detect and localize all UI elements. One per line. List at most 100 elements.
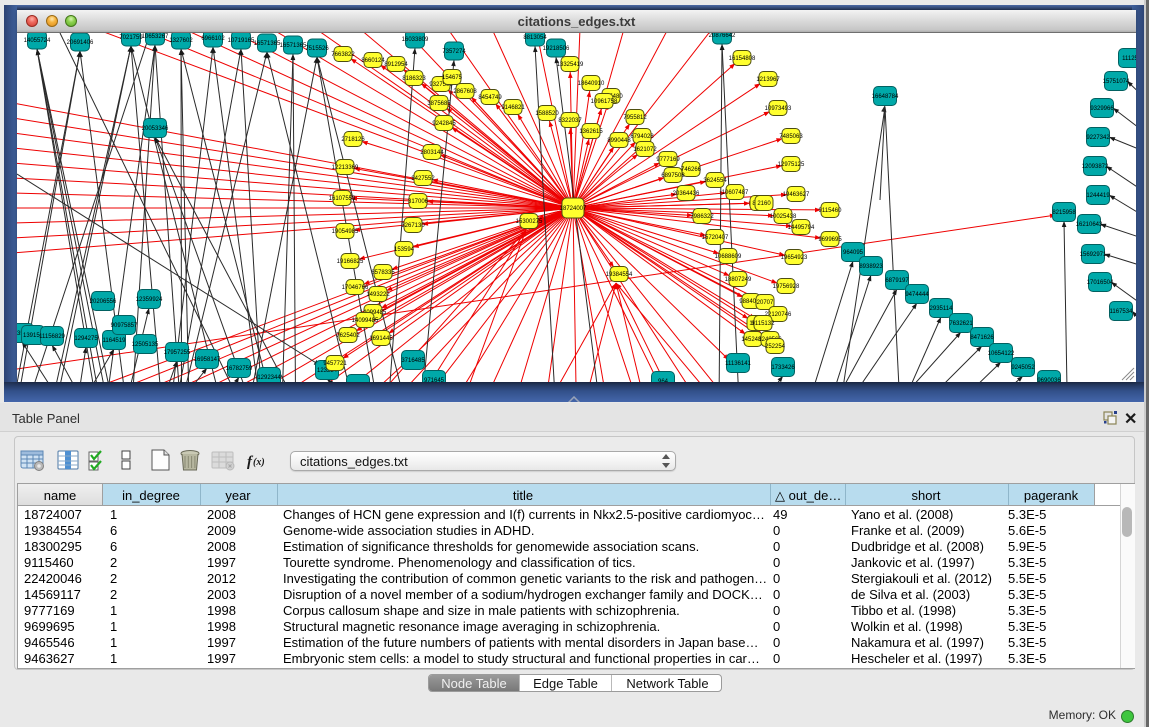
- svg-text:10025438: 10025438: [770, 214, 797, 220]
- svg-text:19166825: 19166825: [337, 259, 364, 265]
- svg-text:15720407: 15720407: [702, 235, 729, 241]
- svg-text:9474444: 9474444: [905, 292, 929, 298]
- svg-text:15692971: 15692971: [1080, 252, 1107, 258]
- svg-text:153594: 153594: [394, 247, 415, 253]
- svg-text:1244419: 1244419: [1086, 193, 1110, 199]
- svg-text:1621072: 1621072: [633, 147, 657, 153]
- svg-text:18640910: 18640910: [578, 81, 605, 87]
- svg-text:9115460: 9115460: [819, 208, 843, 214]
- svg-text:11156829: 11156829: [39, 334, 65, 340]
- svg-text:20876642: 20876642: [709, 33, 736, 39]
- svg-text:17957255: 17957255: [164, 350, 191, 356]
- svg-text:90975857: 90975857: [111, 323, 138, 329]
- svg-text:20364436: 20364436: [673, 191, 700, 197]
- svg-text:12975125: 12975125: [778, 162, 805, 168]
- svg-text:8427552: 8427552: [411, 176, 435, 182]
- svg-text:8660124: 8660124: [361, 58, 385, 64]
- svg-text:8578335: 8578335: [371, 270, 395, 276]
- svg-text:10607487: 10607487: [722, 190, 749, 196]
- svg-text:9329966: 9329966: [1090, 106, 1114, 112]
- svg-text:10654122: 10654122: [988, 351, 1015, 357]
- svg-text:9699695: 9699695: [818, 237, 842, 243]
- svg-text:8322037: 8322037: [558, 118, 582, 124]
- svg-text:9115132: 9115132: [752, 321, 776, 327]
- svg-text:11136141: 11136141: [725, 361, 751, 367]
- svg-text:9690036: 9690036: [1037, 378, 1061, 382]
- svg-text:9227342: 9227342: [1086, 135, 1110, 141]
- svg-text:1294275: 1294275: [74, 336, 98, 342]
- svg-text:2160: 2160: [757, 201, 771, 207]
- svg-text:17046766: 17046766: [342, 285, 369, 291]
- svg-text:16571365: 16571365: [254, 41, 281, 47]
- svg-text:7986322: 7986322: [690, 214, 714, 220]
- svg-text:19756928: 19756928: [773, 284, 800, 290]
- svg-text:1213967: 1213967: [756, 77, 780, 83]
- svg-text:12505135: 12505135: [132, 342, 159, 348]
- svg-text:10973493: 10973493: [765, 106, 792, 112]
- svg-text:8471626: 8471626: [970, 335, 994, 341]
- svg-text:16033809: 16033809: [402, 37, 429, 43]
- svg-text:8186323: 8186323: [402, 76, 426, 82]
- svg-text:2803144: 2803144: [420, 150, 444, 156]
- svg-text:9245052: 9245052: [1011, 365, 1035, 371]
- svg-text:8912954: 8912954: [384, 62, 408, 68]
- svg-text:971645: 971645: [424, 378, 445, 382]
- svg-text:1292344: 1292344: [257, 375, 281, 381]
- svg-text:2935114: 2935114: [930, 306, 954, 312]
- svg-text:19054985: 19054985: [332, 229, 359, 235]
- svg-text:14495794: 14495794: [788, 225, 815, 231]
- svg-text:8990448: 8990448: [607, 138, 631, 144]
- svg-text:20206556: 20206556: [90, 299, 117, 305]
- svg-text:7955812: 7955812: [623, 115, 647, 121]
- svg-text:1733426: 1733426: [771, 365, 795, 371]
- svg-text:14099485: 14099485: [352, 318, 379, 324]
- svg-text:19384554: 19384554: [606, 272, 633, 278]
- svg-text:3624554: 3624554: [703, 178, 727, 184]
- svg-text:3267130: 3267130: [401, 223, 425, 229]
- svg-text:20707: 20707: [757, 300, 774, 306]
- svg-text:16107553: 16107553: [329, 196, 356, 202]
- svg-text:8813054: 8813054: [523, 35, 547, 41]
- svg-text:20691406: 20691406: [67, 40, 94, 46]
- svg-text:10653267: 10653267: [142, 34, 169, 40]
- svg-text:7632621: 7632621: [949, 321, 973, 327]
- svg-text:12093872: 12093872: [1082, 164, 1109, 170]
- svg-text:19218506: 19218506: [543, 46, 570, 52]
- svg-text:16958147: 16958147: [194, 357, 221, 363]
- svg-text:1327602: 1327602: [169, 38, 193, 44]
- svg-text:1493222: 1493222: [366, 292, 390, 298]
- svg-text:1167534: 1167534: [1110, 309, 1134, 315]
- svg-text:6879197: 6879197: [885, 278, 909, 284]
- svg-text:6966102: 6966102: [201, 36, 225, 42]
- svg-text:15751074: 15751074: [1103, 79, 1130, 85]
- svg-text:16210643: 16210643: [1076, 222, 1103, 228]
- svg-text:16648784: 16648784: [872, 94, 899, 100]
- svg-text:7485063: 7485063: [779, 134, 803, 140]
- svg-text:154675: 154675: [442, 75, 463, 81]
- svg-text:6794028: 6794028: [630, 134, 654, 140]
- svg-text:19463627: 19463627: [783, 192, 810, 198]
- svg-text:317006: 317006: [408, 199, 429, 205]
- svg-text:(x): (x): [253, 457, 265, 468]
- svg-text:8215958: 8215958: [1052, 210, 1076, 216]
- svg-text:964095: 964095: [843, 250, 864, 256]
- svg-text:14055724: 14055724: [24, 38, 51, 44]
- svg-text:10688609: 10688609: [715, 254, 742, 260]
- svg-text:15300275: 15300275: [516, 219, 543, 225]
- svg-text:16154808: 16154808: [729, 56, 756, 62]
- svg-text:964: 964: [658, 379, 669, 382]
- svg-text:9457721: 9457721: [323, 361, 347, 367]
- svg-text:10961758: 10961758: [591, 99, 618, 105]
- svg-text:252254: 252254: [765, 344, 786, 350]
- svg-text:18724007: 18724007: [560, 206, 587, 212]
- svg-text:16782759: 16782759: [226, 366, 253, 372]
- svg-text:7625402: 7625402: [336, 333, 360, 339]
- svg-text:7357274: 7357274: [442, 49, 466, 55]
- svg-text:1588520: 1588520: [535, 111, 559, 117]
- svg-text:1362615: 1362615: [579, 129, 603, 135]
- svg-text:10719165: 10719165: [228, 38, 255, 44]
- svg-text:1691445: 1691445: [369, 336, 393, 342]
- svg-text:7515526: 7515526: [305, 46, 329, 52]
- svg-text:2718126: 2718126: [341, 137, 365, 143]
- svg-text:16571365: 16571365: [280, 43, 307, 49]
